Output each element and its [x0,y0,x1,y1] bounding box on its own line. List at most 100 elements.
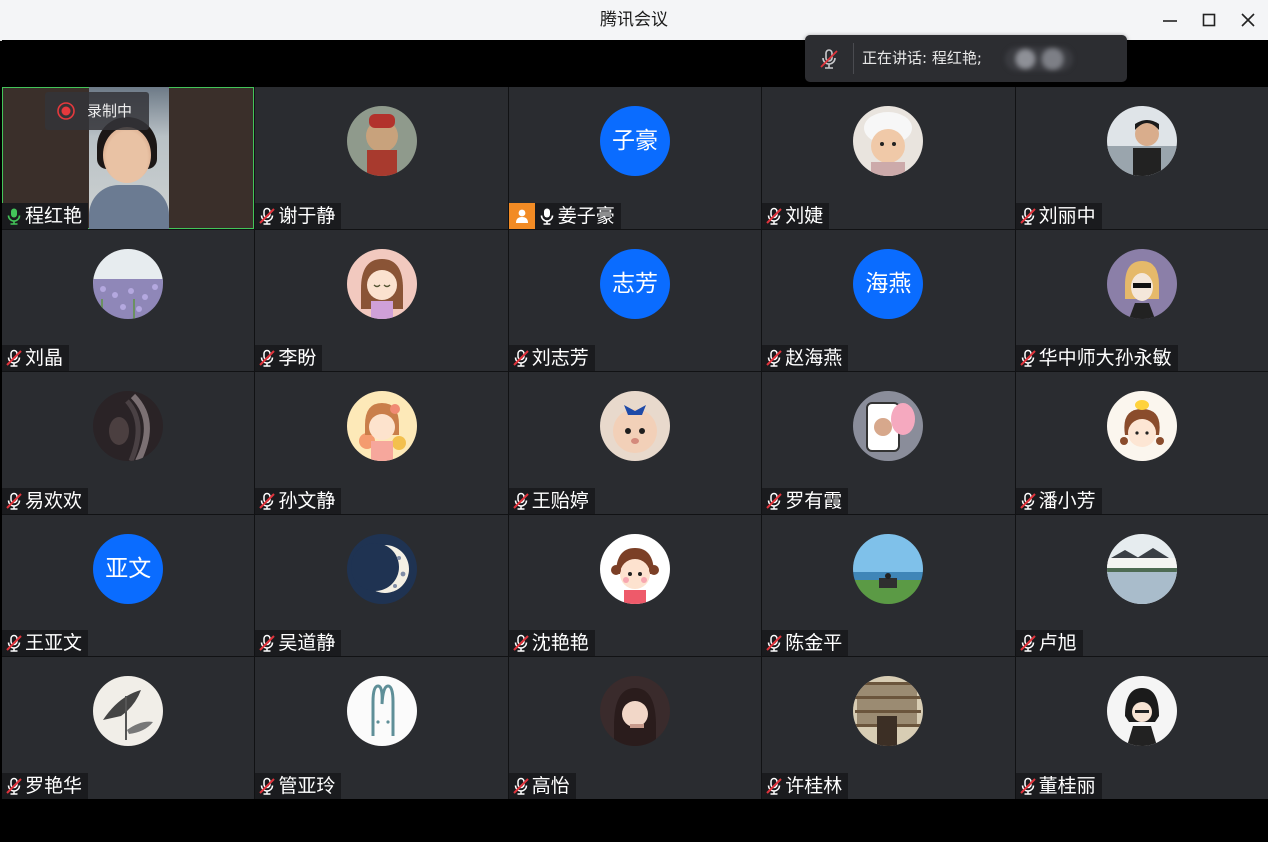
avatar [93,391,164,462]
participant-tile[interactable]: 管亚玲 [255,657,508,799]
participant-tile[interactable]: 刘婕 [762,87,1015,229]
avatar [853,676,924,747]
participant-namebar: 孙文静 [255,487,342,514]
mic-muted-icon [1019,777,1036,795]
mic-muted-icon [1019,349,1036,367]
avatar [346,106,417,176]
recording-label: 录制中 [87,102,133,120]
mic-icon [7,208,21,225]
participant-tile[interactable]: 许桂林 [762,657,1015,799]
maximize-button[interactable] [1189,0,1229,40]
participant-tile[interactable]: 陈金平 [762,514,1015,657]
mic-muted-icon [259,349,276,367]
participant-tile[interactable]: 李盼 [255,229,508,372]
participant-tile[interactable]: 易欢欢 [2,372,255,514]
avatar [93,676,164,747]
participant-tile[interactable]: 王贻婷 [508,372,762,514]
active-speaker-panel: 正在讲话: 程红艳; [805,35,1127,82]
mic-muted-icon [513,777,529,795]
participant-tile[interactable]: 孙文静 [255,372,508,514]
participant-namebar: 程红艳 [2,202,89,229]
participant-name: 李盼 [278,347,317,370]
participant-tile[interactable]: 董桂丽 [1015,657,1268,799]
mic-muted-icon [259,777,276,795]
participant-name: 姜子豪 [557,204,615,227]
mic-muted-icon [1019,635,1036,653]
avatar [1106,533,1177,604]
avatar [346,391,417,462]
participant-namebar: 刘志芳 [508,345,595,372]
recording-indicator[interactable]: 录制中 [45,92,149,130]
mic-muted-icon [259,635,276,653]
close-icon [1241,13,1255,27]
avatar: 亚文 [93,533,164,604]
participant-tile[interactable]: 华中师大孙永敏 [1015,229,1268,372]
speaking-label: 正在讲话: 程红艳; [862,49,982,67]
avatar [599,533,670,604]
participant-namebar: 王亚文 [2,630,89,657]
avatar [1106,106,1177,176]
avatar [346,248,417,319]
participant-tile[interactable]: 罗艳华 [2,657,255,799]
participant-namebar: 王贻婷 [508,487,595,514]
record-icon [57,102,75,120]
participant-namebar: 谢于静 [255,202,342,229]
avatar [93,248,164,319]
participant-name: 刘晶 [25,347,64,370]
mic-muted-icon [259,207,276,225]
participant-name: 易欢欢 [25,489,83,512]
participant-tile[interactable]: 刘晶 [2,229,255,372]
participant-namebar: 卢旭 [1015,630,1083,657]
participant-name: 董桂丽 [1038,775,1096,797]
avatar [1106,248,1177,319]
mic-muted-icon [6,635,22,653]
participant-namebar: 沈艳艳 [508,630,595,657]
participant-namebar: 赵海燕 [762,345,849,372]
participant-name: 罗有霞 [785,489,843,512]
mic-muted-icon [513,492,529,510]
participant-tile[interactable]: 亚文 王亚文 [2,514,255,657]
participant-namebar: 易欢欢 [2,487,89,514]
participant-tile[interactable]: 刘丽中 [1015,87,1268,229]
participant-tile[interactable]: 高怡 [508,657,762,799]
minimize-button[interactable] [1150,0,1190,40]
participant-namebar: 董桂丽 [1015,773,1102,799]
participant-name: 许桂林 [785,775,843,797]
participant-namebar: 刘婕 [762,202,830,229]
close-button[interactable] [1228,0,1268,40]
avatar [853,106,924,176]
participant-tile[interactable]: 录制中程红艳 [2,87,255,229]
participant-tile[interactable]: 罗有霞 [762,372,1015,514]
mic-muted-icon [1019,207,1036,225]
participant-tile[interactable]: 吴道静 [255,514,508,657]
participant-tile[interactable]: 卢旭 [1015,514,1268,657]
avatar [599,391,670,462]
mic-muted-icon [766,349,782,367]
participant-name: 沈艳艳 [531,632,589,655]
participant-name: 程红艳 [25,204,83,227]
participant-namebar: 许桂林 [762,773,849,799]
participant-namebar: 吴道静 [255,630,342,657]
mic-muted-icon [6,492,22,510]
participant-tile[interactable]: 沈艳艳 [508,514,762,657]
participant-tile[interactable]: 潘小芳 [1015,372,1268,514]
participant-namebar: 高怡 [508,773,576,799]
mic-muted-icon [513,635,529,653]
participant-namebar: 刘丽中 [1015,202,1102,229]
participant-namebar: 刘晶 [2,345,70,372]
mic-muted-icon [766,635,782,653]
mic-muted-icon[interactable] [817,47,841,71]
participant-name: 吴道静 [278,632,336,655]
participant-namebar: 罗艳华 [2,773,89,799]
participant-name: 刘志芳 [531,347,589,370]
participant-grid: 录制中 程红艳 谢于静 子豪 姜子豪 刘婕 刘丽中 刘晶 李盼 志芳 刘志芳 海燕 赵海燕 华中师大孙永敏… [2,87,1268,799]
participant-tile[interactable]: 志芳 刘志芳 [508,229,762,372]
participant-tile[interactable]: 海燕 赵海燕 [762,229,1015,372]
window-title: 腾讯会议 [600,10,668,30]
participant-name: 管亚玲 [278,775,336,797]
participant-name: 谢于静 [278,204,336,227]
avatar [346,676,417,747]
avatar [599,676,670,747]
participant-tile[interactable]: 子豪 姜子豪 [508,87,762,229]
participant-tile[interactable]: 谢于静 [255,87,508,229]
